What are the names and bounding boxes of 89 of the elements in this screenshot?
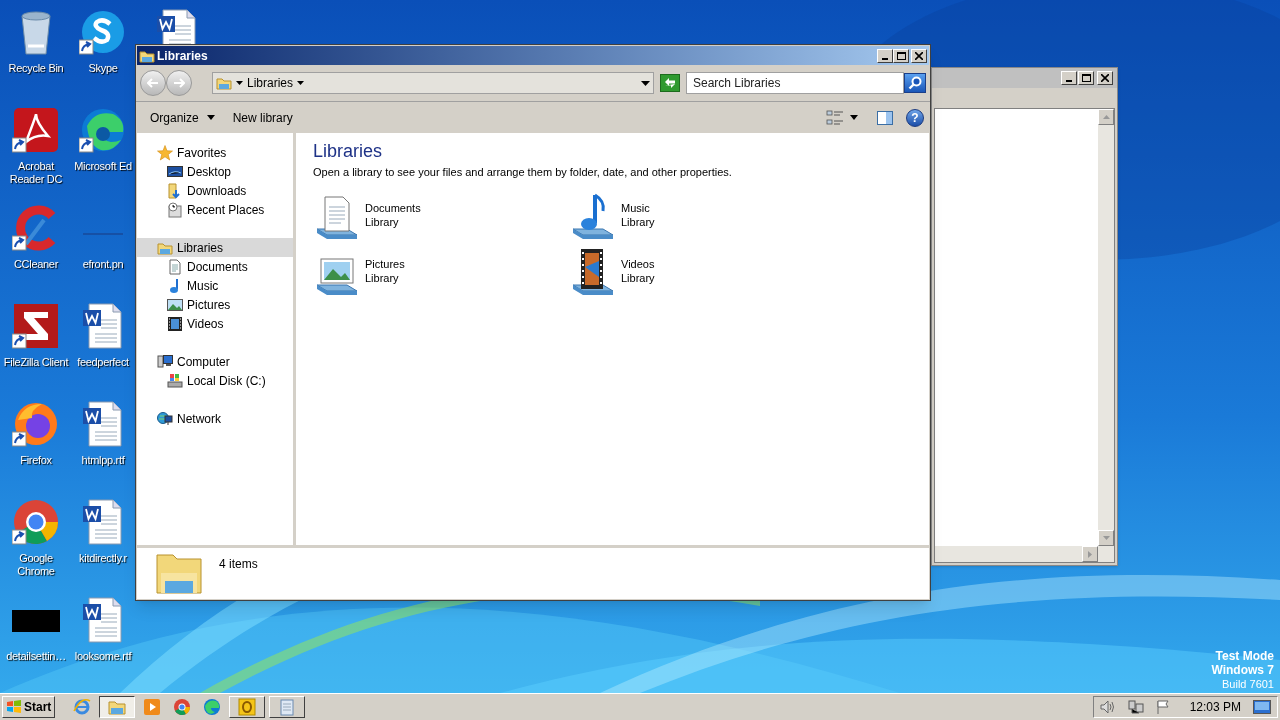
clock[interactable]: 12:03 PM [1189,698,1241,716]
caret-icon[interactable] [850,115,858,120]
icon-label[interactable]: efront.pn [82,258,124,271]
caret-icon[interactable] [297,81,305,85]
minimize-button[interactable] [1061,71,1077,85]
tree-item[interactable]: Favorites [137,143,293,162]
library-name[interactable]: Pictures [365,257,405,271]
window-title: Libraries [157,47,209,65]
start-button[interactable]: Start [2,696,56,718]
document-icon [167,258,183,275]
icon-label[interactable]: Skype [88,62,118,75]
preview-pane-button[interactable] [876,109,894,126]
search-field[interactable]: Search Libraries [686,72,904,94]
system-watermark-text: Windows 7 [1211,663,1274,677]
back-button[interactable] [140,70,166,96]
computer-icon [157,353,173,370]
network-icon[interactable] [1127,700,1144,714]
library-folder-icon [155,551,203,595]
caret-icon[interactable] [236,81,243,85]
globe-monitor-icon [157,410,173,427]
view-options-button[interactable] [826,109,858,126]
search-icon[interactable] [904,73,926,93]
picture-icon [167,296,183,313]
edge-icon[interactable] [79,106,127,154]
help-button[interactable]: ? [906,108,924,127]
icon-label[interactable]: FileZilla Client [3,356,69,369]
outlook-icon[interactable] [238,698,257,716]
icon-label[interactable]: CCleaner [13,258,59,271]
maximize-button[interactable] [1078,71,1094,85]
minimize-button[interactable] [877,48,893,63]
hard-drive-icon [167,372,183,389]
caret-icon[interactable] [206,115,215,120]
tree-item[interactable]: Computer [137,352,293,371]
windows-logo-icon [6,699,22,715]
icon-label[interactable]: Microsoft Ed [74,160,132,173]
download-folder-icon [167,182,183,199]
system-watermark-text: Build 7601 [1222,677,1274,691]
close-icon[interactable] [1101,74,1109,82]
breadcrumb[interactable]: Libraries [247,74,294,92]
taskbar-button[interactable] [99,696,136,718]
page-heading: Libraries [313,140,384,162]
library-type: Library [365,215,400,229]
monitor-icon [167,163,183,180]
close-button[interactable] [1097,71,1113,85]
tree-item[interactable]: Recent Places [137,200,293,219]
library-name[interactable]: Videos [621,257,655,271]
flag-icon[interactable] [1155,700,1170,714]
toolbar-button[interactable]: New library [224,106,301,129]
film-icon [167,315,183,332]
acrobat-icon[interactable] [12,106,60,154]
address-bar[interactable]: Libraries [212,72,654,94]
close-button[interactable] [911,48,927,63]
description: Open a library to see your files and arrange them by folder, date, and other properties. [313,165,733,179]
filezilla-icon[interactable] [12,302,60,350]
firefox-icon[interactable] [12,400,60,448]
item-count: 4 items [219,556,258,573]
tree-item[interactable]: Desktop [137,162,293,181]
library-name[interactable]: Documents [365,201,421,215]
horizontal-scrollbar[interactable] [935,546,1114,562]
tree-item[interactable]: Pictures [137,295,293,314]
icon-label[interactable]: Firefox [20,454,52,467]
tree-item[interactable]: Videos [137,314,293,333]
dropdown-icon[interactable] [641,80,650,86]
skype-icon[interactable] [79,8,127,56]
tree-item[interactable]: Local Disk (C:) [137,371,293,390]
tree-item[interactable]: Music [137,276,293,295]
forward-button[interactable] [166,70,192,96]
organize-menu-button[interactable]: Organize [142,106,223,129]
maximize-button[interactable] [893,48,909,63]
show-desktop-icon[interactable] [1253,700,1271,714]
library-type: Library [621,271,655,285]
tree-item[interactable]: Libraries [137,238,293,257]
tree-item[interactable]: Downloads [137,181,293,200]
star-icon [157,144,173,161]
library-type: Library [621,215,655,229]
speaker-icon[interactable] [1099,700,1116,714]
clock-folder-icon [167,201,183,218]
library-name[interactable]: Music [621,201,655,215]
close-icon[interactable] [915,51,923,60]
icon-label[interactable]: feedperfect [77,356,129,369]
icon-label[interactable]: Recycle Bin [8,62,64,75]
library-icon [216,75,232,91]
chrome-icon[interactable] [12,498,60,546]
icon-label[interactable]: htmlpp.rtf [81,454,125,467]
tree-item[interactable]: Network [137,409,293,428]
system-watermark-text: Test Mode [1215,649,1274,663]
tree-item[interactable]: Documents [137,257,293,276]
library-type: Library [365,271,400,285]
icon-label[interactable]: Acrobat Reader DC [0,160,72,186]
